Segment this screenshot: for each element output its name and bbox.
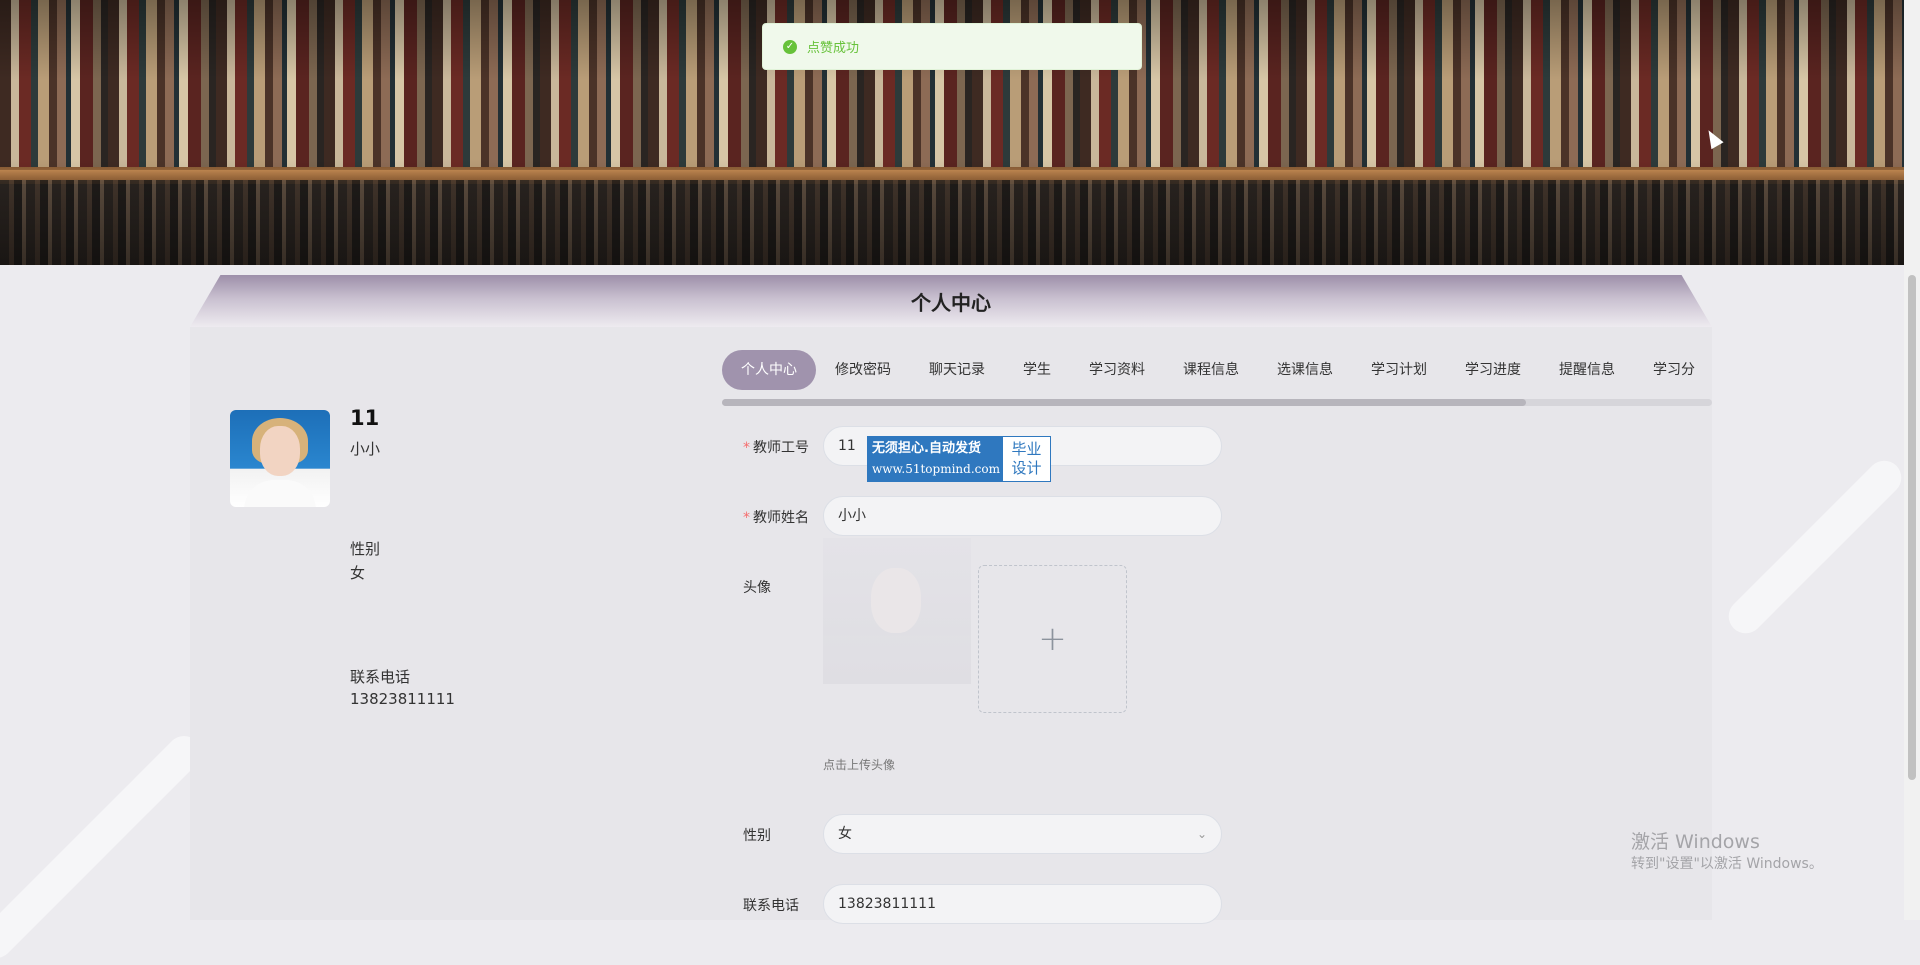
page-title-bar: 个人中心 — [190, 275, 1712, 327]
tab-study-materials[interactable]: 学习资料 — [1070, 350, 1164, 390]
tab-personal-center[interactable]: 个人中心 — [722, 350, 816, 390]
current-avatar-preview — [823, 538, 971, 684]
phone-input[interactable]: 13823811111 — [823, 884, 1222, 924]
profile-phone-label: 联系电话 — [350, 668, 411, 686]
tab-reminders[interactable]: 提醒信息 — [1540, 350, 1634, 390]
profile-number: 11 — [350, 406, 380, 430]
avatar-shirt — [244, 480, 316, 507]
phone-label: 联系电话 — [743, 898, 799, 914]
tab-change-password[interactable]: 修改密码 — [816, 350, 910, 390]
page-scrollbar[interactable] — [1904, 0, 1920, 920]
required-mark: * — [743, 510, 750, 526]
profile-gender-value: 女 — [350, 564, 366, 582]
tab-students[interactable]: 学生 — [1004, 350, 1070, 390]
tab-study-more[interactable]: 学习分 — [1634, 350, 1712, 390]
decor-band — [0, 728, 209, 965]
watermark-ad: 无须担心.自动发货 www.51topmind.com 毕业 设计 — [867, 436, 1051, 482]
windows-activation-hint: 转到"设置"以激活 Windows。 — [1631, 856, 1823, 872]
success-toast: ✓ 点赞成功 — [762, 23, 1142, 70]
profile-phone-value: 13823811111 — [350, 690, 455, 708]
watermark-ad-text: 无须担心.自动发货 www.51topmind.com — [868, 437, 1003, 481]
gender-select[interactable]: 女 ⌄ — [823, 814, 1222, 854]
gender-label: 性别 — [743, 828, 771, 844]
profile-gender-label: 性别 — [350, 540, 381, 558]
tab-bar: 个人中心 修改密码 聊天记录 学生 学习资料 课程信息 选课信息 学习计划 学习进度 提醒信息 学习… — [722, 350, 1712, 390]
avatar-label: 头像 — [743, 580, 771, 596]
teacher-name-label-text: 教师姓名 — [753, 510, 809, 526]
teacher-name-input[interactable]: 小小 — [823, 496, 1222, 536]
plus-icon: + — [1038, 619, 1067, 659]
teacher-name-label: * 教师姓名 — [743, 507, 809, 527]
watermark-ad-tag: 毕业 设计 — [1003, 437, 1050, 481]
decor-band — [1721, 453, 1909, 641]
gender-select-value: 女 — [838, 826, 852, 842]
chevron-down-icon: ⌄ — [1196, 827, 1207, 841]
required-mark: * — [743, 440, 750, 456]
watermark-ad-tag1: 毕业 — [1011, 440, 1042, 458]
page-title: 个人中心 — [911, 290, 991, 315]
watermark-ad-tag2: 设计 — [1011, 459, 1042, 477]
page-scrollbar-thumb[interactable] — [1908, 275, 1916, 780]
tab-study-plan[interactable]: 学习计划 — [1352, 350, 1446, 390]
avatar — [230, 410, 330, 507]
avatar-upload-hint: 点击上传头像 — [823, 758, 896, 772]
teacher-id-label-text: 教师工号 — [753, 440, 809, 456]
tab-course-info[interactable]: 课程信息 — [1164, 350, 1258, 390]
tab-scrollbar-thumb[interactable] — [722, 399, 1526, 406]
profile-name: 小小 — [350, 440, 381, 458]
teacher-id-label: * 教师工号 — [743, 437, 809, 457]
avatar-preview-figure — [871, 568, 921, 633]
watermark-ad-line2: www.51topmind.com — [872, 462, 1000, 476]
success-check-icon: ✓ — [783, 39, 797, 54]
watermark-ad-line1: 无须担心.自动发货 — [872, 441, 981, 456]
toast-message: 点赞成功 — [807, 41, 860, 56]
tab-chat-records[interactable]: 聊天记录 — [910, 350, 1004, 390]
tab-scrollbar[interactable] — [722, 399, 1712, 406]
windows-activation-title: 激活 Windows — [1631, 831, 1760, 853]
avatar-face — [260, 426, 300, 476]
tab-course-selection[interactable]: 选课信息 — [1258, 350, 1352, 390]
tab-study-progress[interactable]: 学习进度 — [1446, 350, 1540, 390]
avatar-upload-button[interactable]: + — [978, 565, 1127, 713]
